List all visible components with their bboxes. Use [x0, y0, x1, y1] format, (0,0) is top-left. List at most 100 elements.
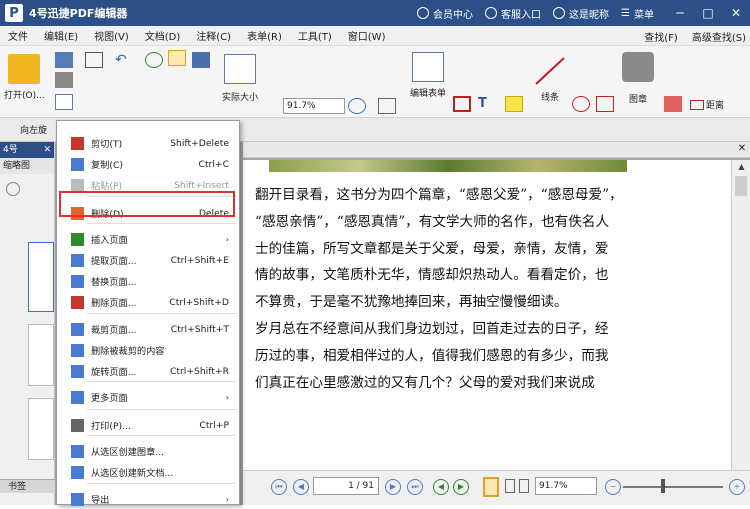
menu-separator [87, 483, 237, 484]
edit-form-button[interactable]: 编辑表单 [410, 52, 446, 99]
submenu-arrow-icon: › [225, 234, 229, 244]
single-page-icon[interactable] [483, 477, 499, 497]
menu-separator [87, 381, 237, 382]
text-line: 们真正在心里感激过的又有几个？父母的爱对我们来说成 [255, 374, 595, 391]
create-doc-icon [71, 465, 84, 479]
vertical-scrollbar[interactable]: ▲ [731, 160, 750, 470]
context-menu-item[interactable]: 打印(P)... Ctrl+P [57, 415, 239, 435]
page-icon[interactable] [55, 94, 73, 110]
menu-document[interactable]: 文档(D) [137, 28, 189, 43]
page-thumbnail[interactable] [28, 242, 54, 312]
panel-settings-icon[interactable] [6, 182, 20, 196]
page-thumbnail[interactable] [28, 324, 54, 386]
text-select-icon[interactable] [378, 98, 396, 114]
context-menu-item[interactable]: 替换页面... [57, 271, 239, 291]
last-page-icon[interactable]: ⏭ [407, 479, 423, 495]
document-tab[interactable]: 4号 ✕ [0, 142, 54, 158]
menu-file[interactable]: 文件 [0, 28, 36, 43]
close-button[interactable]: ✕ [722, 0, 750, 26]
menu-link[interactable]: ☰ 菜单 [621, 6, 654, 21]
context-menu-item[interactable]: 裁剪页面... Ctrl+Shift+T [57, 319, 239, 339]
find-button[interactable]: 查找(F) [644, 29, 678, 44]
zoom-level-select[interactable]: 91.7% [535, 477, 597, 495]
actual-size-button[interactable]: 实际大小 [222, 54, 258, 103]
first-page-icon[interactable]: ⏮ [271, 479, 287, 495]
menu-tools[interactable]: 工具(T) [290, 28, 340, 43]
eraser-icon[interactable] [664, 96, 682, 112]
context-menu: 剪切(T) Shift+Delete 复制(C) Ctrl+C 粘贴(P) Shift+I… [56, 120, 240, 506]
hand-icon[interactable] [168, 50, 186, 66]
facing-page-icon[interactable] [519, 479, 529, 493]
line-button[interactable]: 线条 [532, 54, 568, 103]
zoom-in-small-icon[interactable] [348, 98, 366, 114]
page-image [269, 160, 627, 172]
scroll-up-icon[interactable]: ▲ [732, 160, 750, 174]
context-menu-item[interactable]: 复制(C) Ctrl+C [57, 154, 239, 174]
zoom-out-status-icon[interactable]: − [605, 479, 621, 495]
delete-page-icon [71, 295, 84, 309]
note-icon[interactable] [505, 96, 523, 112]
context-menu-item[interactable]: 插入页面 › [57, 229, 239, 249]
context-menu-shortcut: Ctrl+Shift+T [170, 323, 229, 335]
text-tool-icon[interactable]: T [478, 96, 496, 112]
rotate-left-button[interactable]: 向左旋 [20, 123, 47, 136]
zoom-select[interactable]: 91.7% [283, 98, 345, 114]
app-logo: P [5, 4, 23, 22]
context-menu-item[interactable]: 提取页面... Ctrl+Shift+E [57, 250, 239, 270]
context-menu-item[interactable]: 删除页面... Ctrl+Shift+D [57, 292, 239, 312]
context-menu-item[interactable]: 更多页面 › [57, 387, 239, 407]
context-menu-item[interactable]: 从选区创建图章... [57, 441, 239, 461]
stamp-button[interactable]: 图章 [622, 52, 654, 105]
service-link[interactable]: 客服入口 [485, 6, 541, 21]
title-bar: P 4号迅捷PDF编辑器 会员中心 客服入口 这是昵称 ☰ 菜单 ─ □ ✕ [0, 0, 750, 26]
menu-edit[interactable]: 编辑(E) [36, 28, 86, 43]
form-field-icon[interactable] [453, 96, 471, 112]
context-menu-item[interactable]: 删除被裁剪的内容 [57, 340, 239, 360]
continuous-page-icon[interactable] [505, 479, 515, 493]
save-icon[interactable] [55, 52, 73, 68]
member-center-link[interactable]: 会员中心 [417, 6, 473, 21]
menu-separator [87, 223, 237, 224]
print-icon[interactable] [55, 72, 73, 88]
next-page-icon[interactable]: ▶ [385, 479, 401, 495]
page-number-input[interactable]: 1 / 91 [313, 477, 379, 495]
replace-page-icon [71, 274, 84, 288]
context-menu-shortcut: Ctrl+Shift+R [169, 365, 229, 377]
status-bar: ⏮ ◀ 1 / 91 ▶ ⏭ ◀ ▶ 91.7% − + [243, 470, 750, 505]
context-menu-item[interactable]: 剪切(T) Shift+Delete [57, 133, 239, 153]
back-view-icon[interactable]: ◀ [433, 479, 449, 495]
menu-view[interactable]: 视图(V) [86, 28, 137, 43]
context-menu-item[interactable]: 从选区创建新文档... [57, 462, 239, 482]
zoom-in-status-icon[interactable]: + [729, 479, 745, 495]
menu-form[interactable]: 表单(R) [239, 28, 290, 43]
polygon-icon[interactable] [596, 96, 614, 112]
open-button[interactable]: 打开(O)... [4, 54, 45, 101]
user-link[interactable]: 这是昵称 [553, 6, 609, 21]
close-doc-icon[interactable]: ✕ [736, 143, 748, 155]
page-thumbnail[interactable] [28, 398, 54, 460]
undo-icon[interactable]: ↶ [115, 52, 133, 68]
menu-window[interactable]: 窗口(W) [340, 28, 394, 43]
text-line: 历过的事，相爱相伴过的人，值得我们感恩的有多少，而我 [255, 347, 609, 364]
distance-button[interactable]: 距离 [690, 98, 724, 111]
zoom-slider-knob[interactable] [661, 479, 665, 493]
close-tab-icon[interactable]: ✕ [43, 142, 51, 158]
maximize-button[interactable]: □ [694, 0, 722, 26]
back-icon[interactable] [145, 52, 163, 68]
bookmark-tab[interactable]: 书签 [0, 479, 55, 493]
prev-page-icon[interactable]: ◀ [293, 479, 309, 495]
minimize-button[interactable]: ─ [666, 0, 694, 26]
context-menu-item[interactable]: 旋转页面... Ctrl+Shift+R [57, 361, 239, 381]
forward-view-icon[interactable]: ▶ [453, 479, 469, 495]
mail-icon[interactable] [85, 52, 103, 68]
scroll-thumb[interactable] [735, 176, 747, 196]
menu-comment[interactable]: 注释(C) [188, 28, 239, 43]
text-line: “感恩亲情”，“感恩真情”，有文学大师的名作，也有佚名人 [255, 213, 610, 230]
service-icon [485, 7, 498, 19]
context-menu-label: 复制(C) [91, 160, 123, 171]
zoom-slider[interactable] [623, 486, 723, 488]
circle-icon[interactable] [572, 96, 590, 112]
camera-icon[interactable] [192, 52, 210, 68]
advanced-find-button[interactable]: 高级查找(S) [692, 29, 746, 44]
context-menu-item[interactable]: 导出 › [57, 489, 239, 509]
